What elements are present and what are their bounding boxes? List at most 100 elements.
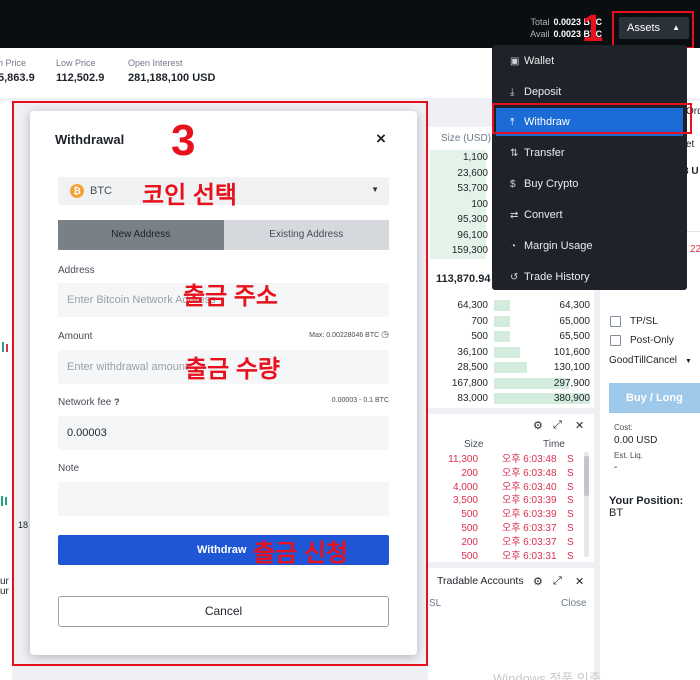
coin-icon: $ [510, 179, 516, 190]
bid-total: 65,500 [559, 331, 590, 342]
stat-high-price: h Price 5,863.9 [0, 58, 35, 84]
stat-low-price: Low Price 112,502.9 [56, 58, 104, 84]
expand-icon[interactable]: ⤢ [553, 575, 562, 588]
menu-item-label: Trade History [524, 271, 590, 283]
assets-dropdown-menu: ▣ Wallet ⤓ Deposit ⤒ Withdraw ⇅ Transfer $ Bu… [492, 45, 687, 290]
annotation-coin-select: 코인 선택 [142, 182, 237, 209]
menu-item-deposit[interactable]: ⤓ Deposit [496, 78, 683, 106]
menu-item-buy-crypto[interactable]: $ Buy Crypto [496, 170, 683, 198]
stat-label: Low Price [56, 58, 96, 68]
bid-total: 101,600 [553, 346, 590, 358]
trades-scrollbar[interactable] [584, 452, 589, 557]
menu-item-convert[interactable]: ⇄ Convert [496, 201, 683, 229]
time-in-force-select[interactable]: GoodTillCancel ▼ [609, 355, 692, 366]
settings-icon[interactable]: ⚙ [533, 419, 543, 432]
windows-activation-watermark: Windows 정품 인증 [493, 671, 601, 680]
refresh-icon[interactable]: ◷ [381, 329, 389, 339]
menu-item-label: Convert [524, 209, 563, 221]
trade-row: 3,500 오후 6:03:39 S [430, 494, 594, 508]
annotation-number-3: 3 [171, 116, 196, 165]
ask-size: 159,300 [451, 245, 488, 256]
expand-icon[interactable]: ⤢ [553, 419, 562, 432]
trade-size: 4,000 [452, 481, 478, 493]
trade-row: 500 오후 6:03:37 S [430, 522, 594, 536]
cancel-button[interactable]: Cancel [58, 596, 389, 627]
checkbox-icon [610, 316, 621, 327]
trade-time: 오후 6:03:40 [502, 481, 557, 493]
bid-size: 64,300 [457, 300, 488, 311]
annotation-box-withdraw [492, 103, 692, 134]
menu-item-margin-usage[interactable]: ◔ Margin Usage [496, 232, 683, 260]
bid-row[interactable]: 36,100 101,600 [430, 345, 594, 361]
tab-new-address[interactable]: New Address [58, 220, 224, 250]
modal-title: Withdrawal [55, 132, 125, 147]
wallet-icon: ▣ [510, 56, 520, 67]
menu-item-trade-history[interactable]: ↺ Trade History [496, 263, 683, 291]
trade-size: 200 [461, 536, 478, 548]
note-input[interactable] [58, 482, 389, 516]
bid-total: 380,900 [553, 393, 590, 404]
bid-depth-bar [494, 346, 520, 358]
withdraw-button-label: Withdraw [197, 544, 247, 556]
close-icon[interactable]: ✕ [575, 575, 584, 588]
bid-total: 65,000 [559, 315, 590, 327]
bid-depth-bar [494, 331, 511, 342]
menu-item-wallet[interactable]: ▣ Wallet [496, 47, 683, 75]
trade-time: 오후 6:03:37 [502, 523, 557, 534]
annotation-box-assets [612, 11, 694, 49]
orderbook-mid-price: 113,870.94 [436, 273, 491, 285]
amount-max-text: Max: 0.00228046 BTC [309, 332, 380, 339]
bid-row[interactable]: 700 65,000 [430, 314, 594, 330]
stat-label: Open Interest [128, 58, 183, 68]
trade-time: 오후 6:03:39 [502, 495, 557, 507]
bid-row[interactable]: 64,300 64,300 [430, 298, 594, 314]
trade-time: 오후 6:03:48 [502, 467, 557, 479]
bid-row[interactable]: 167,800 297,900 [430, 376, 594, 392]
tpsl-checkbox[interactable]: TP/SL [610, 316, 658, 327]
bid-size: 700 [471, 315, 488, 327]
trade-row: 200 오후 6:03:48 S [430, 467, 594, 481]
pie-icon: ◔ [510, 241, 517, 252]
stat-open-interest: Open Interest 281,188,100 USD [128, 58, 215, 84]
help-icon[interactable]: ? [114, 397, 120, 407]
trade-size: 200 [461, 467, 478, 479]
network-fee-input[interactable]: 0.00003 [58, 416, 389, 450]
annotation-submit: 출금 신청 [253, 540, 348, 567]
settings-icon[interactable]: ⚙ [533, 575, 543, 588]
stat-value: 112,502.9 [56, 72, 105, 84]
trade-side: S [567, 467, 574, 479]
trade-side: S [567, 536, 574, 548]
amount-label: Amount [58, 331, 93, 342]
caret-down-icon: ▼ [371, 185, 379, 194]
trade-size: 500 [461, 550, 478, 560]
trade-side: S [567, 495, 574, 507]
trade-size: 3,500 [452, 495, 478, 507]
bid-row[interactable]: 28,500 130,100 [430, 360, 594, 376]
checkbox-icon [610, 335, 621, 346]
post-only-checkbox[interactable]: Post-Only [610, 335, 674, 346]
cost-label: Cost: [614, 423, 633, 432]
buy-long-button[interactable]: Buy / Long [609, 383, 700, 413]
tpsl-label: TP/SL [630, 316, 658, 328]
bid-total: 130,100 [553, 362, 590, 373]
trades-header-size: Size [464, 439, 484, 450]
bid-depth-bar [494, 362, 527, 373]
convert-icon: ⇄ [510, 210, 519, 221]
ask-size: 23,600 [457, 167, 488, 179]
menu-item-label: Transfer [524, 147, 565, 159]
close-icon[interactable]: × [376, 129, 386, 149]
bid-total: 297,900 [553, 377, 590, 389]
tab-existing-address[interactable]: Existing Address [223, 220, 389, 250]
trade-row: 500 오후 6:03:31 S [430, 550, 594, 560]
trade-side: S [567, 481, 574, 493]
bid-row[interactable]: 83,000 380,900 [430, 391, 594, 407]
bid-depth-bar [494, 300, 511, 311]
trade-time: 오후 6:03:37 [502, 536, 557, 548]
menu-item-transfer[interactable]: ⇅ Transfer [496, 139, 683, 167]
close-icon[interactable]: ✕ [575, 419, 584, 432]
bid-size: 36,100 [457, 346, 488, 358]
avail-label: Avail [530, 29, 550, 39]
ask-size: 95,300 [457, 214, 488, 225]
bid-row[interactable]: 500 65,500 [430, 329, 594, 345]
ask-size: 1,100 [462, 152, 488, 163]
